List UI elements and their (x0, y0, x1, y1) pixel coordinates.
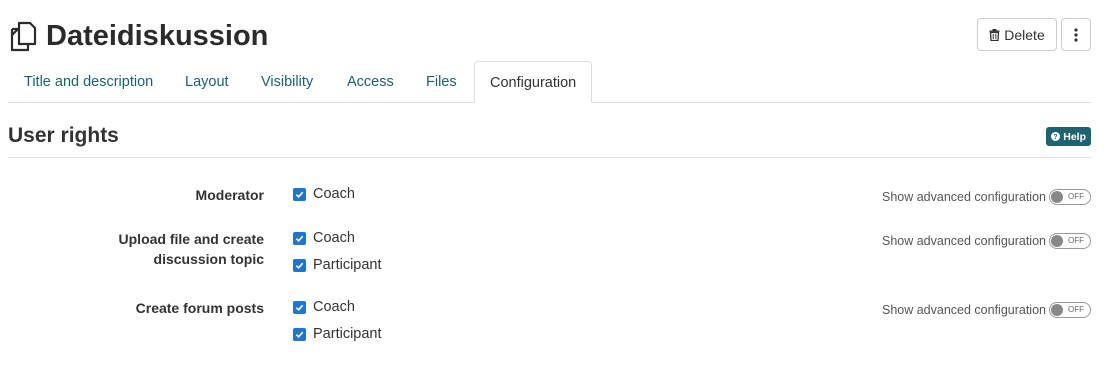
toggle-state: OFF (1068, 236, 1084, 245)
checkbox-label: Participant (313, 326, 382, 342)
tab-layout[interactable]: Layout (185, 61, 229, 103)
toggle-state: OFF (1068, 305, 1084, 314)
trash-icon (989, 28, 1000, 41)
checkbox-label: Coach (313, 299, 355, 315)
forum-advanced-toggle[interactable]: Show advanced configuration OFF (882, 302, 1091, 318)
vertical-ellipsis-icon (1074, 27, 1078, 42)
toggle-knob (1051, 235, 1063, 247)
forum-coach-checkbox[interactable]: Coach (293, 299, 355, 315)
checkbox-label: Participant (313, 257, 382, 273)
upload-coach-checkbox[interactable]: Coach (293, 230, 355, 246)
forum-participant-checkbox[interactable]: Participant (293, 326, 382, 342)
checkbox-checked-icon (293, 258, 306, 272)
advanced-config-label: Show advanced configuration (881, 234, 1046, 248)
checkbox-label: Coach (313, 186, 355, 202)
moderator-coach-checkbox[interactable]: Coach (293, 186, 355, 202)
toggle-switch[interactable]: OFF (1049, 233, 1091, 249)
upload-participant-checkbox[interactable]: Participant (293, 257, 382, 273)
page-title: Dateidiskussion (46, 20, 269, 52)
tab-visibility[interactable]: Visibility (261, 61, 313, 103)
file-copy-icon (10, 21, 37, 52)
help-label: Help (1063, 130, 1086, 143)
delete-button[interactable]: Delete (977, 18, 1057, 51)
tab-files[interactable]: Files (426, 61, 457, 103)
advanced-config-label: Show advanced configuration (881, 303, 1046, 317)
tab-title-and-description[interactable]: Title and description (24, 61, 153, 103)
upload-file-label: Upload file and create discussion topic (118, 231, 264, 267)
section-title: User rights (8, 124, 119, 147)
toggle-knob (1051, 304, 1063, 316)
help-button[interactable]: ? Help (1046, 127, 1091, 146)
toggle-knob (1051, 191, 1063, 203)
checkbox-checked-icon (293, 231, 306, 245)
advanced-config-label: Show advanced configuration (881, 190, 1046, 204)
section-divider (8, 157, 1091, 158)
moderator-label: Moderator (195, 187, 264, 203)
moderator-advanced-toggle[interactable]: Show advanced configuration OFF (882, 189, 1091, 205)
more-actions-button[interactable] (1061, 18, 1091, 51)
tab-bar: Title and description Layout Visibility … (8, 61, 1091, 103)
checkbox-checked-icon (293, 300, 306, 314)
svg-text:?: ? (1054, 132, 1058, 141)
checkbox-checked-icon (293, 187, 306, 201)
upload-advanced-toggle[interactable]: Show advanced configuration OFF (882, 233, 1091, 249)
checkbox-label: Coach (313, 230, 355, 246)
page-header: Dateidiskussion Delete (8, 14, 1091, 58)
question-circle-icon: ? (1051, 132, 1061, 141)
toggle-switch[interactable]: OFF (1049, 189, 1091, 205)
delete-button-label: Delete (1004, 26, 1045, 43)
tab-access[interactable]: Access (347, 61, 394, 103)
tab-configuration[interactable]: Configuration (474, 61, 593, 103)
create-forum-posts-label: Create forum posts (135, 300, 264, 316)
checkbox-checked-icon (293, 327, 306, 341)
toggle-state: OFF (1068, 192, 1084, 201)
toggle-switch[interactable]: OFF (1049, 302, 1091, 318)
